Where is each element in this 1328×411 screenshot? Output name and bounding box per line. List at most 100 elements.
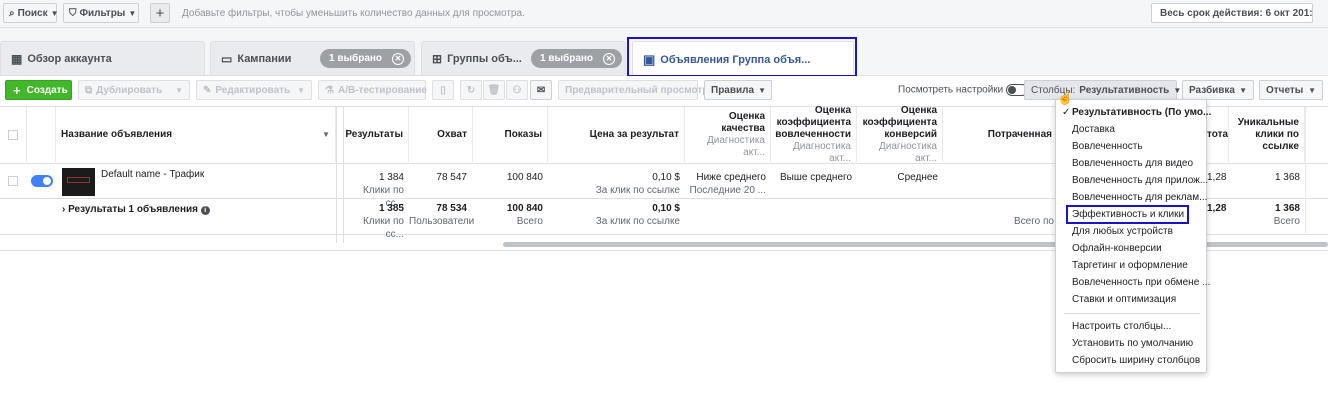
add-filter-button[interactable]: + — [150, 3, 170, 23]
cell-total: 1,28 — [1207, 203, 1227, 214]
adsets-selected-pill[interactable]: 1 выбрано ✕ — [531, 49, 622, 68]
summary-expand[interactable]: › Результаты 1 объявления i — [62, 204, 210, 215]
cell-total: 1,28 — [1207, 172, 1227, 183]
reports-label: Отчеты — [1266, 84, 1304, 96]
menu-item-cross-device[interactable]: Для любых устройств — [1072, 226, 1173, 237]
col-label: Оценка качества — [721, 110, 765, 134]
col-header-name[interactable]: Название объявления ▼ — [56, 107, 336, 162]
edit-button[interactable]: ✎ Редактировать ▼ — [196, 80, 312, 100]
view-settings-label: Посмотреть настройки — [898, 84, 1004, 96]
campaigns-selected-pill[interactable]: 1 выбрано ✕ — [320, 49, 411, 68]
menu-item-ad-engagement[interactable]: Вовлеченность для реклам... — [1072, 192, 1207, 203]
menu-item-delivery[interactable]: Доставка — [1072, 124, 1115, 135]
column-divider — [1305, 107, 1306, 235]
menu-item-video-engagement[interactable]: Вовлеченность для видео — [1072, 158, 1193, 169]
select-all-checkbox[interactable] — [0, 107, 27, 162]
col-header-spent[interactable]: Потраченная — [943, 107, 1058, 162]
col-label: конверсий — [884, 128, 937, 140]
ad-status-toggle[interactable] — [31, 175, 53, 188]
tab-label: Кампании — [237, 53, 292, 65]
menu-item-set-default[interactable]: Установить по умолчанию — [1072, 338, 1193, 349]
duplicate-icon: ⧉ — [85, 84, 93, 96]
col-header-results[interactable]: Результаты — [344, 107, 409, 162]
sort-icon[interactable]: ▼ — [322, 129, 330, 141]
date-range-label: Весь срок действия: 6 окт 201: — [1160, 7, 1313, 19]
columns-dropdown-menu: ✓ Результативность (По умо... Доставка В… — [1055, 99, 1211, 373]
menu-item-reset-width[interactable]: Сбросить ширину столбцов — [1072, 355, 1200, 366]
menu-item-bidding-optimization[interactable]: Ставки и оптимизация — [1072, 294, 1176, 305]
tab-account-overview[interactable]: ▦ Обзор аккаунта — [0, 41, 205, 76]
highlight-box-ads-tab — [627, 37, 857, 77]
col-label: Оценка — [814, 104, 851, 116]
check-icon: ✓ — [1062, 107, 1071, 118]
toggle-column-header — [27, 107, 56, 162]
ab-test-button[interactable]: ⚗ A/B-тестирование — [318, 80, 427, 100]
ad-name-link[interactable]: Default name - Трафик — [101, 169, 204, 180]
col-header-impressions[interactable]: Показы — [473, 107, 548, 162]
value: Ниже среднего — [696, 172, 766, 183]
comment-button[interactable]: ✉ — [530, 80, 552, 100]
chevron-down-icon: ▼ — [758, 85, 766, 95]
sublabel: Последние 20 ... — [689, 185, 766, 196]
menu-item-app-engagement[interactable]: Вовлеченность для прилож... — [1072, 175, 1208, 186]
menu-item-customize-columns[interactable]: Настроить столбцы... — [1072, 321, 1171, 332]
value: 78 534 — [436, 203, 467, 214]
date-range-picker[interactable]: Весь срок действия: 6 окт 201:▼ — [1151, 3, 1313, 23]
close-icon[interactable]: ✕ — [392, 52, 405, 65]
audience-button[interactable]: ⚇ — [506, 80, 528, 100]
col-header-engagement[interactable]: Оценка коэффициента вовлеченности Диагности… — [771, 104, 857, 164]
menu-item-engagement[interactable]: Вовлеченность — [1072, 141, 1143, 152]
cell-cost-per-result: 0,10 $ За клик по ссылке — [548, 171, 680, 197]
create-button[interactable]: + Создать — [5, 80, 72, 100]
breakdown-button[interactable]: Разбивка ▼ — [1182, 80, 1254, 100]
search-button[interactable]: ⌕ Поиск ▼ — [3, 3, 59, 23]
rules-button[interactable]: Правила ▼ — [704, 80, 772, 100]
highlight-box-performance-clicks — [1066, 205, 1189, 224]
col-label: коэффициента — [776, 116, 851, 128]
search-label: Поиск — [17, 7, 48, 19]
col-header-cost-per-result[interactable]: Цена за результат — [548, 107, 685, 162]
row-checkbox[interactable] — [8, 176, 18, 186]
chevron-down-icon: ▼ — [1239, 85, 1247, 95]
refresh-button[interactable]: ↻ — [460, 80, 482, 100]
thumbnail-detail — [67, 177, 90, 183]
duplicate-label: Дублировать — [96, 84, 163, 96]
info-icon[interactable]: i — [200, 206, 210, 215]
delete-button[interactable]: 🗑︎ — [483, 80, 505, 100]
cell-results: 1 385 Клики по сс... — [344, 202, 404, 241]
col-header-reach[interactable]: Охват — [409, 107, 473, 162]
filters-button[interactable]: ⛉ Фильтры ▼ — [63, 3, 139, 23]
pill-label: 1 выбрано — [540, 53, 594, 64]
trash-icon: 🗑︎ — [487, 84, 501, 96]
col-header-conversion[interactable]: Оценка коэффициента конверсий Диагностика а… — [857, 105, 943, 164]
cell-engagement: Выше среднего — [779, 172, 852, 183]
preview-label: Предварительный просмотр — [565, 84, 709, 96]
clipboard-button[interactable]: ▯ — [432, 80, 454, 100]
people-icon: ⚇ — [512, 84, 522, 96]
cell-reach: 78 547 — [436, 172, 467, 183]
preview-button[interactable]: Предварительный просмотр — [558, 80, 708, 100]
columns-button[interactable]: Столбцы: Результативность ▼ — [1024, 80, 1181, 100]
menu-item-performance[interactable]: Результативность (По умо... — [1072, 107, 1211, 118]
value: 100 840 — [506, 203, 543, 214]
reports-button[interactable]: Отчеты ▼ — [1259, 80, 1323, 100]
cell-impressions: 100 840 Всего — [473, 202, 543, 228]
chevron-down-icon: ▼ — [1308, 85, 1316, 95]
duplicate-button[interactable]: ⧉ Дублировать ▼ — [78, 80, 190, 100]
col-sublabel: Диагностика акт... — [793, 140, 851, 164]
chevron-down-icon: ▼ — [128, 8, 137, 18]
menu-item-offline-conversions[interactable]: Офлайн-конверсии — [1072, 243, 1162, 254]
cell-spent: Всего по — [1014, 216, 1054, 227]
value: 1 384 — [378, 172, 404, 183]
summary-label: Результаты 1 объявления — [68, 204, 198, 215]
menu-item-messaging-engagement[interactable]: Вовлеченность при обмене ... — [1072, 277, 1210, 288]
overview-icon: ▦ — [11, 52, 23, 66]
ad-thumbnail — [62, 168, 95, 196]
col-header-quality[interactable]: Оценка качества Диагностика акт... — [685, 107, 771, 162]
col-header-unique-clicks[interactable]: Уникальные клики по ссылке — [1229, 107, 1305, 162]
value: 0,10 $ — [652, 203, 680, 214]
filter-hint: Добавьте фильтры, чтобы уменьшить количе… — [182, 8, 525, 19]
filters-label: Фильтры — [79, 7, 126, 19]
close-icon[interactable]: ✕ — [603, 52, 616, 65]
menu-item-targeting-creative[interactable]: Таргетинг и оформление — [1072, 260, 1188, 271]
